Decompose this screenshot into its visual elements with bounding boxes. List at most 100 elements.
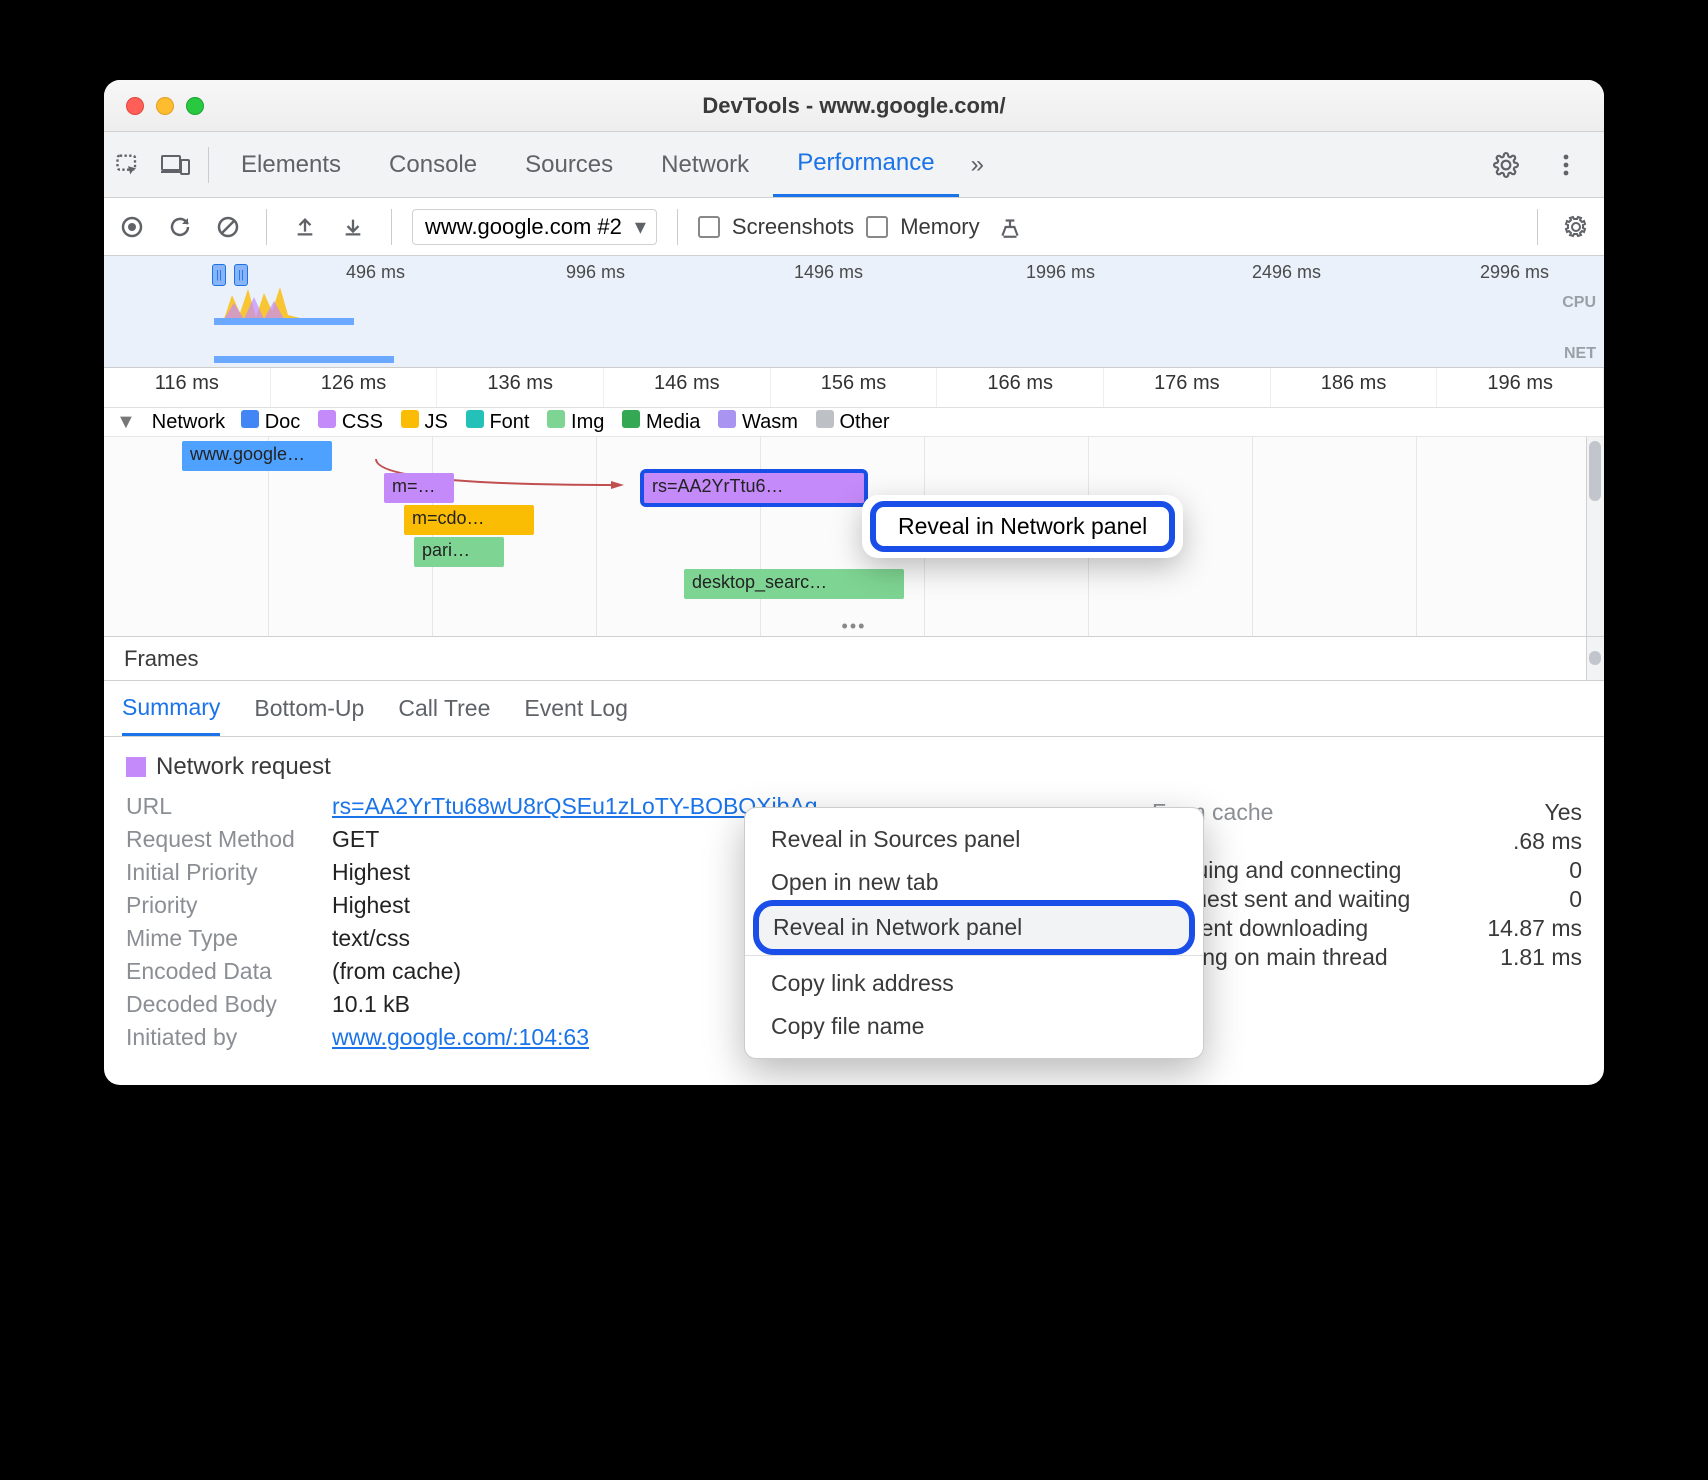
field-value: GET [332, 826, 379, 853]
window-title: DevTools - www.google.com/ [104, 93, 1604, 119]
ov-time: 2496 ms [1252, 262, 1321, 283]
tab-console[interactable]: Console [365, 132, 501, 197]
ov-time: 1496 ms [794, 262, 863, 283]
legend-item: Img [571, 411, 604, 433]
profile-select[interactable]: www.google.com #2 [412, 209, 657, 245]
time-col: 116 ms [104, 368, 271, 407]
network-flamechart[interactable]: www.google… m=… rs=AA2YrTtu6… m=cdo… par… [104, 437, 1604, 637]
download-icon[interactable] [335, 209, 371, 245]
tab-sources[interactable]: Sources [501, 132, 637, 197]
titlebar: DevTools - www.google.com/ [104, 80, 1604, 132]
time-col: 196 ms [1437, 368, 1604, 407]
legend-item: Wasm [742, 411, 798, 433]
summary-panel: Network request URLrs=AA2YrTtu68wU8rQSEu… [104, 737, 1604, 1085]
cm-copy-link[interactable]: Copy link address [745, 962, 1203, 1005]
gc-icon[interactable] [992, 209, 1028, 245]
time-col: 176 ms [1104, 368, 1271, 407]
time-col: 186 ms [1271, 368, 1438, 407]
net-spark [214, 356, 394, 363]
net-item[interactable]: www.google… [182, 441, 332, 471]
devtools-window: DevTools - www.google.com/ Elements Cons… [104, 80, 1604, 1085]
field-value: 1.81 ms [1500, 944, 1582, 971]
cpu-label: CPU [1562, 294, 1596, 312]
inspect-icon[interactable] [108, 145, 148, 185]
legend-item: Font [489, 411, 529, 433]
net-item[interactable]: m=… [384, 473, 454, 503]
ov-time: 496 ms [346, 262, 405, 283]
field-value: text/css [332, 925, 410, 952]
cm-copy-filename[interactable]: Copy file name [745, 1005, 1203, 1048]
time-col: 156 ms [771, 368, 938, 407]
field-label: Priority [126, 892, 316, 919]
more-tabs-icon[interactable]: » [971, 151, 984, 179]
cm-open-new-tab[interactable]: Open in new tab [745, 861, 1203, 904]
memory-checkbox[interactable] [866, 216, 888, 238]
panel-heading: Network request [126, 753, 1582, 781]
field-label: Initiated by [126, 1024, 316, 1051]
tab-summary[interactable]: Summary [122, 681, 220, 736]
tab-bottom-up[interactable]: Bottom-Up [254, 681, 364, 736]
vscroll-track[interactable] [1586, 637, 1604, 680]
time-col: 126 ms [271, 368, 438, 407]
net-item[interactable]: pari… [414, 537, 504, 567]
legend-item: Other [839, 411, 889, 433]
field-label: Request Method [126, 826, 316, 853]
net-item[interactable]: m=cdo… [404, 505, 534, 535]
cm-reveal-network[interactable]: Reveal in Network panel [759, 906, 1189, 949]
frames-row[interactable]: Frames [104, 637, 1604, 681]
reload-icon[interactable] [162, 209, 198, 245]
divider [266, 209, 267, 245]
panel-settings-icon[interactable] [1558, 209, 1594, 245]
network-track-header[interactable]: ▼ Network Doc CSS JS Font Img Media Wasm… [104, 408, 1604, 437]
initiator-link[interactable]: www.google.com/:104:63 [332, 1024, 589, 1051]
tab-elements[interactable]: Elements [217, 132, 365, 197]
reveal-tooltip: Reveal in Network panel [862, 495, 1183, 558]
field-value: 0 [1569, 857, 1582, 884]
tab-event-log[interactable]: Event Log [524, 681, 628, 736]
vscroll-thumb[interactable] [1589, 441, 1601, 501]
cm-reveal-sources[interactable]: Reveal in Sources panel [745, 818, 1203, 861]
screenshots-label: Screenshots [732, 214, 854, 240]
field-value: Highest [332, 892, 410, 919]
screenshots-checkbox[interactable] [698, 216, 720, 238]
time-col: 166 ms [937, 368, 1104, 407]
ov-time: 996 ms [566, 262, 625, 283]
field-value: .68 ms [1513, 828, 1582, 855]
net-item[interactable]: desktop_searc… [684, 569, 904, 599]
collapse-icon[interactable]: ▼ [116, 411, 136, 434]
panel-tabs: Elements Console Sources Network Perform… [104, 132, 1604, 198]
device-icon[interactable] [156, 145, 196, 185]
perf-toolbar: www.google.com #2 Screenshots Memory [104, 198, 1604, 256]
record-icon[interactable] [114, 209, 150, 245]
vscroll-track[interactable] [1586, 437, 1604, 636]
field-label: Encoded Data [126, 958, 316, 985]
net-item-selected[interactable]: rs=AA2YrTtu6… [644, 473, 864, 503]
tab-performance[interactable]: Performance [773, 132, 958, 197]
clear-icon[interactable] [210, 209, 246, 245]
divider [677, 209, 678, 245]
context-menu: Reveal in Sources panel Open in new tab … [744, 807, 1204, 1059]
upload-icon[interactable] [287, 209, 323, 245]
tab-call-tree[interactable]: Call Tree [398, 681, 490, 736]
color-swatch [126, 757, 146, 777]
field-value: 14.87 ms [1487, 915, 1582, 942]
overview[interactable]: || || 496 ms 996 ms 1496 ms 1996 ms 2496… [104, 256, 1604, 368]
field-value: 0 [1569, 886, 1582, 913]
tab-network[interactable]: Network [637, 132, 773, 197]
menu-separator [745, 955, 1203, 956]
memory-label: Memory [900, 214, 979, 240]
network-label: Network [152, 411, 225, 434]
field-label: Decoded Body [126, 991, 316, 1018]
resize-handle-icon[interactable]: ••• [842, 616, 867, 637]
divider [1537, 209, 1538, 245]
settings-icon[interactable] [1486, 145, 1526, 185]
vscroll-thumb[interactable] [1589, 651, 1601, 665]
legend-item: CSS [342, 411, 383, 433]
legend-item: Media [646, 411, 700, 433]
legend-item: Doc [265, 411, 301, 433]
net-spark [214, 318, 354, 325]
net-label: NET [1564, 345, 1596, 363]
field-value: (from cache) [332, 958, 461, 985]
kebab-icon[interactable] [1546, 145, 1586, 185]
ov-time: 2996 ms [1480, 262, 1549, 283]
